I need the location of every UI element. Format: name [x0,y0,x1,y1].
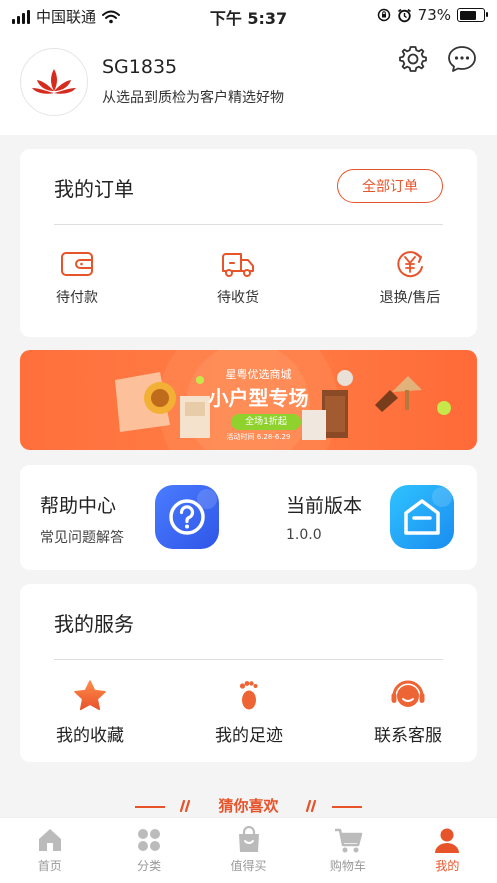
service-favorites[interactable]: 我的收藏 [35,679,145,746]
version-item[interactable]: 当前版本 1.0.0 [248,465,477,570]
tab-worth-buying-label: 值得买 [230,859,267,873]
order-pending-payment-label: 待付款 [56,290,98,306]
help-center-title: 帮助中心 [40,495,117,517]
order-pending-payment[interactable]: 待付款 [22,249,132,307]
profile-header: SG1835 从选品到质检为客户精选好物 [0,32,497,135]
tab-bar: 首页 分类 值得买 购物车 我的 [0,817,497,883]
services-title: 我的服务 [54,612,134,636]
home-icon [38,829,61,851]
tab-home[interactable]: 首页 [0,818,99,883]
category-icon [138,829,161,851]
user-icon [435,828,460,853]
help-version-card: 帮助中心 常见问题解答 当前版本 1.0.0 [20,465,477,570]
banner-tag: 全场1折起 [231,414,301,430]
guess-you-like-title: 猜你喜欢 [218,797,279,815]
order-pending-receipt[interactable]: 待收货 [183,249,293,307]
question-app-icon [155,485,219,549]
banner-headline: 小户型专场 [208,386,309,410]
service-customer-support[interactable]: 联系客服 [353,679,463,746]
yen-refund-icon [397,251,423,278]
headset-icon [391,680,425,707]
status-right: 73% [377,6,488,24]
message-icon[interactable] [447,44,477,74]
divider [332,806,362,808]
tab-category[interactable]: 分类 [99,818,198,883]
banner-brand: 星粤优选商城 [225,368,292,381]
tab-home-label: 首页 [37,859,62,873]
battery-percent: 73% [417,6,451,24]
tab-cart[interactable]: 购物车 [298,818,397,883]
service-favorites-label: 我的收藏 [56,726,124,746]
user-name: SG1835 [102,56,178,78]
orders-card: 我的订单 全部订单 待付款 待收货 退换/售后 [20,149,477,337]
user-description: 从选品到质检为客户精选好物 [102,90,284,106]
order-refund[interactable]: 退换/售后 [355,249,465,307]
cart-icon [334,828,363,853]
order-pending-receipt-label: 待收货 [217,290,259,306]
truck-icon [222,253,254,277]
version-app-icon [390,485,454,549]
services-card: 我的服务 我的收藏 我的足迹 联系客服 [20,584,477,762]
divider [54,659,443,660]
tab-category-label: 分类 [137,859,162,873]
help-center-item[interactable]: 帮助中心 常见问题解答 [20,465,248,570]
all-orders-button[interactable]: 全部订单 [337,169,443,203]
banner-date: 活动时间 6.28-6.29 [226,433,291,441]
promo-banner[interactable]: 星粤优选商城 小户型专场 全场1折起 活动时间 6.28-6.29 [20,350,477,450]
gear-icon[interactable] [398,44,428,74]
orders-title: 我的订单 [54,177,134,201]
bag-icon [238,826,259,852]
orientation-lock-icon [377,8,390,22]
version-title: 当前版本 [286,495,363,517]
guess-you-like-header: 猜你喜欢 [0,795,497,817]
service-footprints-label: 我的足迹 [215,726,283,746]
tab-worth-buying[interactable]: 值得买 [199,818,298,883]
version-value: 1.0.0 [286,527,322,543]
divider [54,224,443,225]
wallet-icon [61,252,93,276]
tab-mine-label: 我的 [435,859,460,873]
alarm-icon [397,8,411,22]
service-footprints[interactable]: 我的足迹 [194,679,304,746]
service-customer-support-label: 联系客服 [374,726,442,746]
order-refund-label: 退换/售后 [379,290,441,306]
avatar[interactable] [20,48,88,116]
lotus-logo-icon [32,69,76,94]
tab-cart-label: 购物车 [329,859,366,873]
status-bar: 中国联通 下午 5:37 73% [0,0,497,32]
battery-icon [457,8,488,22]
help-center-subtitle: 常见问题解答 [40,530,124,546]
footprint-icon [239,681,258,710]
tab-mine[interactable]: 我的 [398,818,497,883]
star-icon [74,680,106,711]
slash-deco-icon [305,800,317,812]
